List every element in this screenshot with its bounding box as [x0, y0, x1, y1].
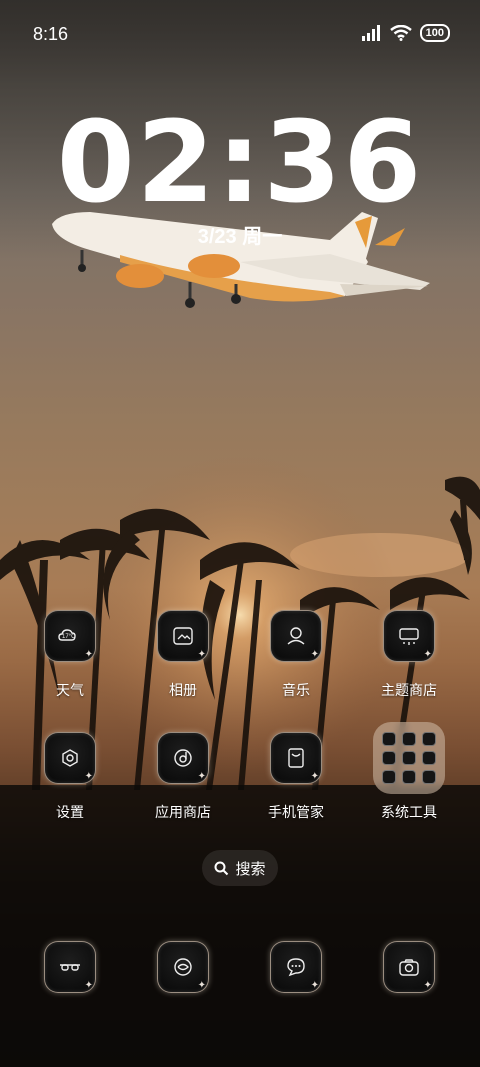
- messages-icon[interactable]: ✦: [270, 941, 322, 993]
- status-bar: 8:16 100: [0, 0, 480, 68]
- app-store-icon[interactable]: ✦: [157, 732, 209, 784]
- sparkle-icon: ✦: [310, 771, 319, 782]
- folder-system-tools[interactable]: 系统工具: [359, 722, 459, 822]
- sparkle-icon: ✦: [84, 649, 93, 660]
- app-label: 主题商店: [381, 682, 437, 698]
- settings-icon[interactable]: ✦: [44, 732, 96, 784]
- app-label: 天气: [56, 682, 84, 698]
- weather-icon[interactable]: 17°C ✦: [44, 610, 96, 662]
- svg-text:17°C: 17°C: [62, 634, 76, 640]
- sparkle-icon: ✦: [423, 649, 432, 660]
- sparkle-icon: ✦: [84, 771, 93, 782]
- gallery-icon[interactable]: ✦: [157, 610, 209, 662]
- app-app-store[interactable]: ✦ 应用商店: [133, 732, 233, 822]
- dock-phone[interactable]: ✦: [20, 941, 120, 993]
- date-label[interactable]: 3/23 周一: [0, 220, 480, 249]
- status-icons: 100: [361, 24, 450, 42]
- battery-indicator: 100: [419, 24, 450, 42]
- status-time: 8:16: [33, 24, 69, 44]
- app-label: 手机管家: [268, 804, 324, 820]
- wifi-icon: [389, 25, 412, 41]
- app-settings[interactable]: ✦ 设置: [20, 732, 120, 822]
- music-icon[interactable]: ✦: [270, 610, 322, 662]
- browser-icon[interactable]: ✦: [157, 941, 209, 993]
- folder-icon[interactable]: [373, 722, 445, 794]
- search-icon: [214, 861, 229, 875]
- dock-browser[interactable]: ✦: [133, 941, 233, 993]
- sparkle-icon: ✦: [197, 771, 206, 782]
- sparkle-icon: ✦: [310, 980, 319, 991]
- sparkle-icon: ✦: [423, 980, 432, 991]
- search-label: 搜索: [235, 860, 266, 878]
- app-label: 设置: [56, 804, 84, 820]
- app-phone-manager[interactable]: ✦ 手机管家: [246, 732, 346, 822]
- search-button[interactable]: 搜索: [202, 850, 278, 886]
- phone-icon[interactable]: ✦: [44, 941, 96, 993]
- signal-icon: [361, 25, 380, 41]
- app-label: 系统工具: [381, 804, 437, 820]
- app-label: 应用商店: [155, 804, 211, 820]
- app-weather[interactable]: 17°C ✦ 天气: [20, 610, 120, 700]
- phone-manager-icon[interactable]: ✦: [270, 732, 322, 784]
- theme-store-icon[interactable]: ✦: [383, 610, 435, 662]
- app-theme-store[interactable]: ✦ 主题商店: [359, 610, 459, 700]
- sparkle-icon: ✦: [197, 649, 206, 660]
- sparkle-icon: ✦: [310, 649, 319, 660]
- dock-messages[interactable]: ✦: [246, 941, 346, 993]
- sparkle-icon: ✦: [84, 980, 93, 991]
- sparkle-icon: ✦: [197, 980, 206, 991]
- clock-widget[interactable]: 02:36: [0, 98, 480, 228]
- app-label: 相册: [169, 682, 197, 698]
- app-gallery[interactable]: ✦ 相册: [133, 610, 233, 700]
- app-label: 音乐: [282, 682, 310, 698]
- app-music[interactable]: ✦ 音乐: [246, 610, 346, 700]
- camera-icon[interactable]: ✦: [383, 941, 435, 993]
- dock-camera[interactable]: ✦: [359, 941, 459, 993]
